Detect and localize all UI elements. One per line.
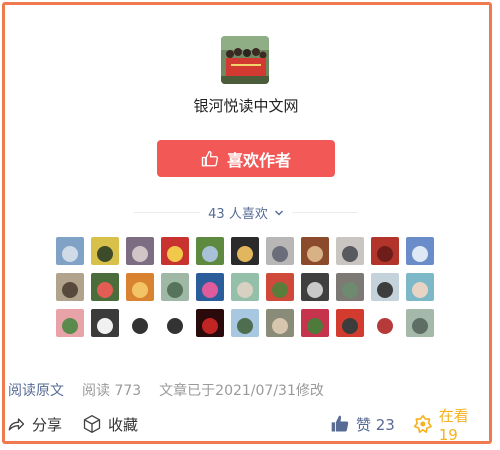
liker-avatar[interactable] bbox=[406, 273, 434, 301]
liker-avatar[interactable] bbox=[231, 309, 259, 337]
liker-avatar[interactable] bbox=[126, 273, 154, 301]
liker-avatar[interactable] bbox=[126, 309, 154, 337]
account-avatar[interactable] bbox=[221, 36, 269, 84]
liker-avatar[interactable] bbox=[91, 309, 119, 337]
liker-avatar[interactable] bbox=[406, 237, 434, 265]
liker-avatar[interactable] bbox=[91, 273, 119, 301]
liker-avatar[interactable] bbox=[266, 273, 294, 301]
share-icon bbox=[8, 418, 25, 431]
liker-avatar[interactable] bbox=[56, 309, 84, 337]
edited-note: 文章已于2021/07/31修改 bbox=[159, 383, 324, 399]
likers-avatar-grid bbox=[56, 237, 436, 337]
watching-button[interactable]: 在看 19 bbox=[413, 407, 492, 444]
account-name[interactable]: 银河悦读中文网 bbox=[0, 95, 492, 116]
liker-avatar[interactable] bbox=[161, 273, 189, 301]
divider-left bbox=[134, 212, 201, 213]
liker-avatar[interactable] bbox=[161, 309, 189, 337]
liker-avatar[interactable] bbox=[196, 237, 224, 265]
liker-avatar[interactable] bbox=[266, 309, 294, 337]
likers-summary[interactable]: 43 人喜欢 bbox=[134, 203, 358, 222]
liker-avatar[interactable] bbox=[161, 237, 189, 265]
liker-avatar[interactable] bbox=[336, 273, 364, 301]
share-button[interactable]: 分享 bbox=[6, 412, 62, 436]
zan-button[interactable]: 赞 23 bbox=[330, 412, 395, 436]
liker-avatar[interactable] bbox=[301, 309, 329, 337]
read-original-link[interactable]: 阅读原文 bbox=[8, 380, 64, 400]
liker-avatar[interactable] bbox=[266, 237, 294, 265]
action-bar: 分享 收藏 赞 23 在看 19 bbox=[0, 407, 492, 444]
read-count: 阅读 773 bbox=[82, 383, 142, 399]
like-author-label: 喜欢作者 bbox=[226, 150, 291, 170]
article-meta: 阅读原文 阅读 773 文章已于2021/07/31修改 bbox=[8, 380, 324, 400]
liker-avatar[interactable] bbox=[336, 309, 364, 337]
like-author-button[interactable]: 喜欢作者 bbox=[157, 140, 335, 177]
collect-label: 收藏 bbox=[108, 415, 139, 434]
liker-avatar[interactable] bbox=[196, 309, 224, 337]
cube-icon bbox=[83, 415, 101, 433]
liker-avatar[interactable] bbox=[301, 237, 329, 265]
zan-label: 赞 23 bbox=[356, 415, 395, 434]
chevron-down-icon bbox=[274, 210, 283, 215]
liker-avatar[interactable] bbox=[56, 273, 84, 301]
liker-avatar[interactable] bbox=[231, 273, 259, 301]
watching-label: 在看 19 bbox=[438, 406, 469, 444]
liker-avatar[interactable] bbox=[371, 309, 399, 337]
liker-avatar[interactable] bbox=[196, 273, 224, 301]
liker-avatar[interactable] bbox=[301, 273, 329, 301]
thumbs-up-filled-icon bbox=[331, 415, 349, 432]
liker-avatar[interactable] bbox=[336, 237, 364, 265]
liker-avatar[interactable] bbox=[91, 237, 119, 265]
liker-avatar[interactable] bbox=[126, 237, 154, 265]
liker-avatar[interactable] bbox=[231, 237, 259, 265]
liker-avatar[interactable] bbox=[371, 237, 399, 265]
likers-count: 43 人喜欢 bbox=[208, 207, 268, 222]
thumbs-up-icon bbox=[201, 150, 219, 166]
collect-button[interactable]: 收藏 bbox=[82, 412, 138, 436]
share-label: 分享 bbox=[32, 415, 63, 434]
divider-right bbox=[291, 212, 358, 213]
liker-avatar[interactable] bbox=[371, 273, 399, 301]
liker-avatar[interactable] bbox=[56, 237, 84, 265]
liker-avatar[interactable] bbox=[406, 309, 434, 337]
watching-icon bbox=[413, 414, 432, 434]
